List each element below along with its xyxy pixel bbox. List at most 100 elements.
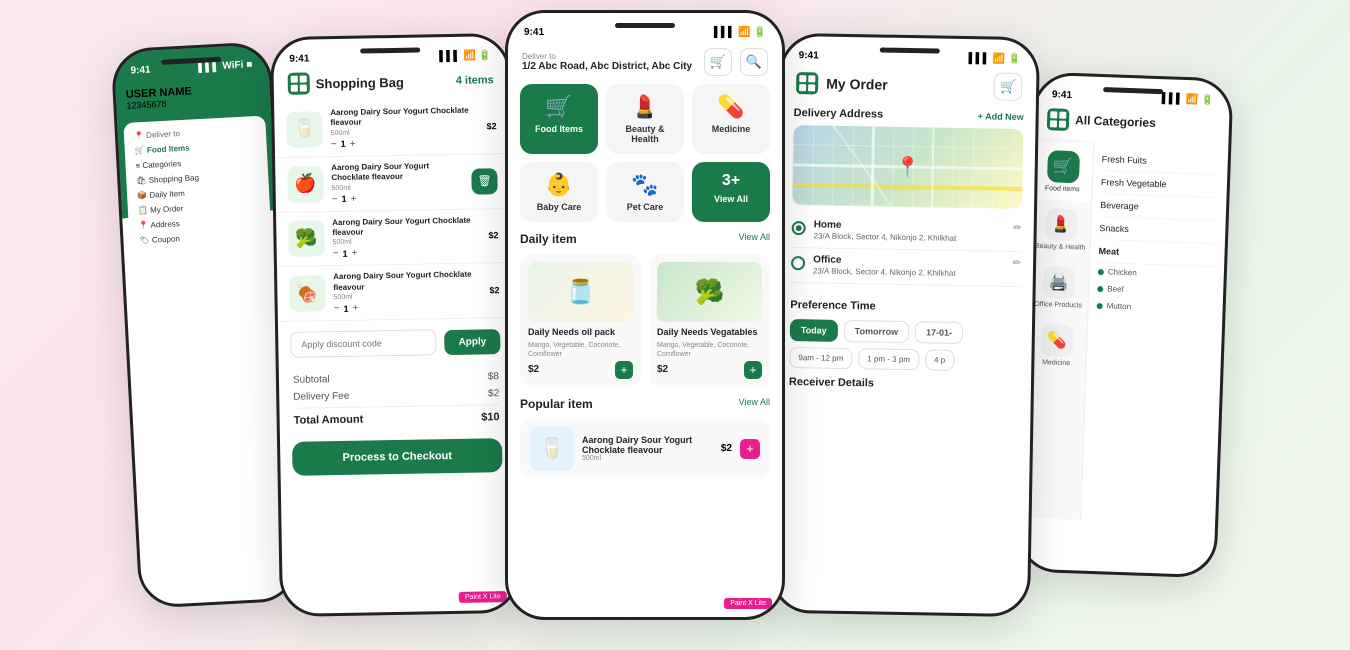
cart-item3-minus[interactable]: − <box>333 248 339 259</box>
cart-item4-minus[interactable]: − <box>334 303 340 314</box>
cat-viewall[interactable]: 3+ View All <box>692 162 770 222</box>
cart-item2-value: 1 <box>342 194 347 204</box>
sidebar-beauty[interactable]: 💄 Beauty & Health <box>1030 200 1091 260</box>
cart-item2-plus[interactable]: + <box>351 193 357 204</box>
phone5-status-icons: ▌▌▌ 📶 🔋 <box>1162 93 1215 106</box>
total-row: Total Amount $10 <box>293 404 499 430</box>
totals-section: Subtotal $8 Delivery Fee $2 Total Amount… <box>279 364 514 434</box>
chicken-label: Chicken <box>1108 267 1137 277</box>
preference-title: Preference Time <box>790 299 1020 315</box>
cart-item3-name: Aarong Dairy Sour Yogurt Chocklate fleav… <box>332 215 480 238</box>
logo-dot2 <box>300 76 307 83</box>
cat-baby[interactable]: 👶 Baby Care <box>520 162 598 222</box>
cat-medicine[interactable]: 💊 Medicine <box>692 84 770 154</box>
cat-pet[interactable]: 🐾 Pet Care <box>606 162 684 222</box>
p5-dot2 <box>1059 112 1066 119</box>
phone4-cart-icon[interactable]: 🛒 <box>994 73 1022 101</box>
product-oil-add[interactable]: + <box>615 361 633 379</box>
slot-afternoon[interactable]: 1 pm - 3 pm <box>858 349 919 371</box>
wifi-icon: WiFi <box>222 60 244 72</box>
battery-icon: ■ <box>246 59 253 70</box>
cat-food-label: Food Items <box>528 124 590 134</box>
daily-products-row: 🫙 Daily Needs oil pack Mango, Vegetable,… <box>508 254 782 397</box>
office-address: Office 23/A Block, Sector 4, Nikonjo 2, … <box>791 248 1022 287</box>
discount-input[interactable] <box>290 329 437 358</box>
cart-item-4: 🍖 Aarong Dairy Sour Yogurt Chocklate fle… <box>277 263 512 322</box>
home-radio[interactable] <box>792 221 806 235</box>
popular-item1-info: Aarong Dairy Sour Yogurt Chocklate fleav… <box>582 435 713 462</box>
cart-item3-qty: − 1 + <box>333 246 481 260</box>
map-preview: 📍 <box>792 125 1023 209</box>
checkout-button[interactable]: Process to Checkout <box>292 438 503 476</box>
phone3-time: 9:41 <box>524 27 544 38</box>
cat-content: Fresh Fuits Fresh Vegetable Beverage Sna… <box>1081 140 1228 524</box>
apply-button[interactable]: Apply <box>444 329 500 355</box>
receiver-section: Receiver Details <box>777 368 1031 392</box>
popular-viewall[interactable]: View All <box>739 397 770 411</box>
receiver-title: Receiver Details <box>789 376 1019 392</box>
slot-morning[interactable]: 9am - 12 pm <box>789 347 852 369</box>
cart-item2-delete[interactable]: 🗑 <box>471 168 497 194</box>
popular-item1-add[interactable]: + <box>740 439 760 459</box>
cart-item1-qty: − 1 + <box>331 136 479 150</box>
daily-viewall[interactable]: View All <box>739 232 770 246</box>
cat-beauty-icon: 💄 <box>614 94 676 120</box>
phone2-battery-icon: 🔋 <box>479 50 492 61</box>
phone4-statusbar: 9:41 ▌▌▌ 📶 🔋 <box>783 36 1037 69</box>
p4-logo-dot2 <box>808 75 815 82</box>
phone4-signal-icon: ▌▌▌ <box>968 53 989 64</box>
cart-item1-value: 1 <box>341 139 346 149</box>
total-label: Total Amount <box>294 414 364 427</box>
add-new-button[interactable]: + Add New <box>978 111 1024 122</box>
phone3-statusbar: 9:41 ▌▌▌ 📶 🔋 <box>508 13 782 42</box>
popular-item-1: 🥛 Aarong Dairy Sour Yogurt Chocklate fle… <box>520 419 770 479</box>
cart-item-2: 🍎 Aarong Dairy Sour Yogurt Chocklate fle… <box>275 154 510 213</box>
phone4-title: My Order <box>826 76 888 93</box>
cart-item4-plus[interactable]: + <box>352 303 358 314</box>
popular-item1-size: 500ml <box>582 455 713 462</box>
cart-item1-size: 500ml <box>331 127 479 137</box>
cart-item1-info: Aarong Dairy Sour Yogurt Chocklate fleav… <box>330 106 479 150</box>
home-edit-icon[interactable]: ✏ <box>1013 223 1022 234</box>
phone4-time: 9:41 <box>799 50 819 61</box>
product-veg-desc: Mango, Vegetable, Coconote, Cornflower <box>657 341 762 359</box>
cart-item3-plus[interactable]: + <box>352 248 358 259</box>
cat-viewall-label: View All <box>700 194 762 204</box>
sidebar-medicine[interactable]: 💊 Medicine <box>1026 316 1087 376</box>
cart-item2-minus[interactable]: − <box>332 194 338 205</box>
cart-item1-minus[interactable]: − <box>331 139 337 150</box>
cart-icon[interactable]: 🛒 <box>704 48 732 76</box>
search-icon[interactable]: 🔍 <box>740 48 768 76</box>
phone5-time: 9:41 <box>1052 89 1072 101</box>
cart-item3-info: Aarong Dairy Sour Yogurt Chocklate fleav… <box>332 215 481 259</box>
product-veg-add[interactable]: + <box>744 361 762 379</box>
slot-evening[interactable]: 4 p <box>925 350 954 372</box>
time-chips: Today Tomorrow 17-01- <box>790 319 1020 345</box>
phone5-title: All Categories <box>1075 113 1156 130</box>
phone-4: 9:41 ▌▌▌ 📶 🔋 My Order 🛒 Delivery <box>770 33 1040 617</box>
cart-item4-qty: − 1 + <box>334 301 482 315</box>
chip-date[interactable]: 17-01- <box>915 322 963 345</box>
logo-dot3 <box>291 85 298 92</box>
cart-item2-qty: − 1 + <box>332 191 464 204</box>
sidebar-food-items[interactable]: 🛒 Food items <box>1032 142 1093 202</box>
content-mutton[interactable]: Mutton <box>1096 297 1215 318</box>
address-section: Delivery Address + Add New 📍 Home <box>779 107 1036 296</box>
sidebar-office[interactable]: 🖨️ Office Products <box>1028 258 1089 318</box>
cart-item1-plus[interactable]: + <box>350 138 356 149</box>
phone1-user: USER NAME 12345678 <box>115 73 271 119</box>
category-grid: 🛒 Food Items 💄 Beauty & Health 💊 Medicin… <box>508 84 782 232</box>
phone5-signal-icon: ▌▌▌ <box>1162 93 1184 105</box>
cat-food-icon: 🛒 <box>528 94 590 120</box>
cat-beauty[interactable]: 💄 Beauty & Health <box>606 84 684 154</box>
product-oil-price: $2 <box>528 364 539 375</box>
phone3-header: Deliver to 1/2 Abc Road, Abc District, A… <box>508 42 782 84</box>
product-veg-footer: $2 + <box>657 361 762 379</box>
office-edit-icon[interactable]: ✏ <box>1013 258 1022 269</box>
cat-food-items[interactable]: 🛒 Food Items <box>520 84 598 154</box>
chip-tomorrow[interactable]: Tomorrow <box>844 320 910 343</box>
phone1-menu: 📍 Deliver to 🛒 Food Items ≡ Categories 🛍… <box>123 116 272 255</box>
office-radio[interactable] <box>791 256 805 270</box>
chip-today[interactable]: Today <box>790 319 838 342</box>
p4-logo-dot3 <box>799 84 806 91</box>
